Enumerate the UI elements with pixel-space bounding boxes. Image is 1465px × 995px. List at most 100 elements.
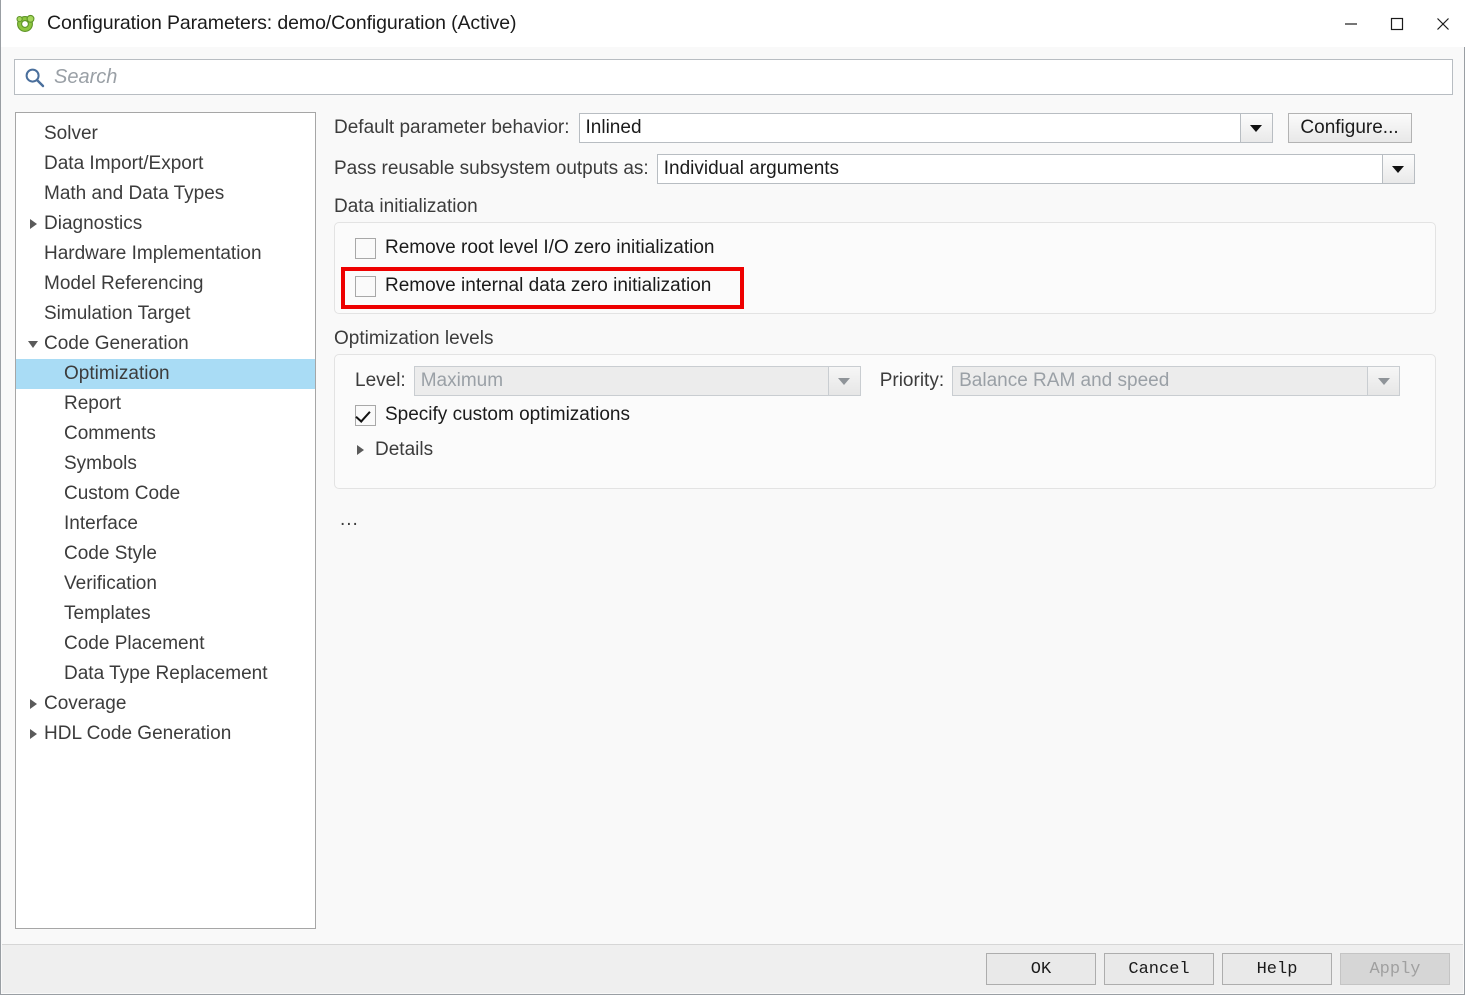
chevron-down-icon[interactable] xyxy=(1239,114,1272,142)
settings-tree-panel: Solver Data Import/Export Math and Data Ty… xyxy=(15,112,316,929)
sidebar-item-label: Comments xyxy=(64,423,156,444)
sidebar-item-label: Symbols xyxy=(64,453,137,474)
sidebar-item-label: Templates xyxy=(64,603,151,624)
default-parameter-behavior-value: Inlined xyxy=(579,114,1240,142)
help-button[interactable]: Help xyxy=(1222,953,1332,985)
chevron-down-icon[interactable] xyxy=(1367,367,1400,395)
pass-reusable-outputs-label: Pass reusable subsystem outputs as: xyxy=(334,158,649,179)
sidebar-item-interface[interactable]: Interface xyxy=(16,509,315,539)
chevron-right-icon xyxy=(357,445,375,455)
sidebar-item-coverage[interactable]: Coverage xyxy=(16,689,315,719)
sidebar-item-optimization[interactable]: Optimization xyxy=(16,359,315,389)
default-parameter-behavior-row: Default parameter behavior: Inlined Conf… xyxy=(334,112,1439,144)
sidebar-item-data-type-replacement[interactable]: Data Type Replacement xyxy=(16,659,315,689)
sidebar-item-label: Simulation Target xyxy=(44,303,191,324)
sidebar-item-symbols[interactable]: Symbols xyxy=(16,449,315,479)
sidebar-item-label: Report xyxy=(64,393,122,414)
optimization-levels-section: Optimization levels Level: Maximum Prior… xyxy=(334,328,1439,489)
chevron-right-icon[interactable] xyxy=(22,219,44,229)
chevron-right-icon[interactable] xyxy=(22,729,44,739)
truncation-ellipsis: ... xyxy=(340,509,359,530)
sidebar-item-label: Interface xyxy=(64,513,138,534)
pass-reusable-outputs-combo[interactable]: Individual arguments xyxy=(656,154,1415,184)
cancel-button[interactable]: Cancel xyxy=(1104,953,1214,985)
maximize-icon[interactable] xyxy=(1374,0,1420,47)
window-controls xyxy=(1328,0,1465,47)
sidebar-item-custom-code[interactable]: Custom Code xyxy=(16,479,315,509)
sidebar-item-solver[interactable]: Solver xyxy=(16,119,315,149)
level-label: Level: xyxy=(355,370,406,391)
priority-label: Priority: xyxy=(879,370,945,391)
sidebar-item-label: Data Import/Export xyxy=(44,153,204,174)
search-bar[interactable] xyxy=(14,59,1453,95)
sidebar-item-math-and-data-types[interactable]: Math and Data Types xyxy=(16,179,315,209)
sidebar-item-label: Diagnostics xyxy=(44,213,143,234)
window-title: Configuration Parameters: demo/Configura… xyxy=(47,12,517,34)
dialog-footer: OK Cancel Help Apply xyxy=(2,944,1463,993)
specify-custom-optimizations-label: Specify custom optimizations xyxy=(385,404,630,425)
chevron-down-icon[interactable] xyxy=(22,340,44,348)
close-icon[interactable] xyxy=(1420,0,1465,47)
config-parameters-window: Configuration Parameters: demo/Configura… xyxy=(0,0,1465,995)
sidebar-item-label: Data Type Replacement xyxy=(64,663,268,684)
configure-button[interactable]: Configure... xyxy=(1287,113,1412,143)
sidebar-item-label: Solver xyxy=(44,123,98,144)
sidebar-item-label: Code Generation xyxy=(44,333,189,354)
remove-internal-data-zero-init-row[interactable]: Remove internal data zero initialization xyxy=(335,267,1435,305)
details-disclosure[interactable]: Details xyxy=(335,433,1435,467)
search-icon xyxy=(24,67,45,88)
sidebar-item-hdl-code-generation[interactable]: HDL Code Generation xyxy=(16,719,315,749)
optimization-levels-title: Optimization levels xyxy=(334,328,494,349)
data-initialization-title: Data initialization xyxy=(334,196,478,217)
optimization-levels-groupbox: Level: Maximum Priority: Balance RAM and… xyxy=(334,354,1436,489)
remove-root-level-io-zero-init-row[interactable]: Remove root level I/O zero initializatio… xyxy=(335,229,1435,267)
chevron-down-icon[interactable] xyxy=(1381,155,1414,183)
settings-tree[interactable]: Solver Data Import/Export Math and Data Ty… xyxy=(16,113,315,749)
sidebar-item-label: HDL Code Generation xyxy=(44,723,232,744)
level-value: Maximum xyxy=(414,367,828,395)
sidebar-item-model-referencing[interactable]: Model Referencing xyxy=(16,269,315,299)
specify-custom-optimizations-checkbox[interactable] xyxy=(355,404,376,426)
data-initialization-groupbox: Remove root level I/O zero initializatio… xyxy=(334,222,1436,314)
remove-root-level-io-zero-init-checkbox[interactable] xyxy=(355,237,376,259)
sidebar-item-label: Verification xyxy=(64,573,157,594)
sidebar-item-code-style[interactable]: Code Style xyxy=(16,539,315,569)
sidebar-item-simulation-target[interactable]: Simulation Target xyxy=(16,299,315,329)
sidebar-item-code-generation[interactable]: Code Generation xyxy=(16,329,315,359)
sidebar-item-diagnostics[interactable]: Diagnostics xyxy=(16,209,315,239)
specify-custom-optimizations-row[interactable]: Specify custom optimizations xyxy=(335,397,1435,433)
chevron-down-icon[interactable] xyxy=(827,367,860,395)
sidebar-item-templates[interactable]: Templates xyxy=(16,599,315,629)
remove-root-level-io-zero-init-label: Remove root level I/O zero initializatio… xyxy=(385,237,715,258)
sidebar-item-report[interactable]: Report xyxy=(16,389,315,419)
ok-button[interactable]: OK xyxy=(986,953,1096,985)
sidebar-item-hardware-implementation[interactable]: Hardware Implementation xyxy=(16,239,315,269)
sidebar-item-code-placement[interactable]: Code Placement xyxy=(16,629,315,659)
level-priority-row: Level: Maximum Priority: Balance RAM and… xyxy=(335,365,1435,397)
sidebar-item-label: Hardware Implementation xyxy=(44,243,262,264)
sidebar-item-label: Coverage xyxy=(44,693,127,714)
sidebar-item-comments[interactable]: Comments xyxy=(16,419,315,449)
search-input[interactable] xyxy=(54,61,1452,93)
sidebar-item-label: Custom Code xyxy=(64,483,181,504)
optimization-pane: Default parameter behavior: Inlined Conf… xyxy=(334,112,1439,929)
default-parameter-behavior-label: Default parameter behavior: xyxy=(334,117,570,138)
remove-internal-data-zero-init-checkbox[interactable] xyxy=(355,275,376,297)
simulink-gear-icon xyxy=(15,13,37,35)
minimize-icon[interactable] xyxy=(1328,0,1374,47)
pass-reusable-outputs-row: Pass reusable subsystem outputs as: Indi… xyxy=(334,153,1439,185)
chevron-right-icon[interactable] xyxy=(22,699,44,709)
sidebar-item-label: Code Style xyxy=(64,543,157,564)
default-parameter-behavior-combo[interactable]: Inlined xyxy=(578,113,1273,143)
sidebar-item-verification[interactable]: Verification xyxy=(16,569,315,599)
priority-combo[interactable]: Balance RAM and speed xyxy=(952,366,1401,396)
title-bar: Configuration Parameters: demo/Configura… xyxy=(1,0,1465,47)
data-initialization-section: Data initialization Remove root level I/… xyxy=(334,196,1439,314)
apply-button: Apply xyxy=(1340,953,1450,985)
priority-value: Balance RAM and speed xyxy=(953,367,1368,395)
sidebar-item-label: Code Placement xyxy=(64,633,205,654)
sidebar-item-label: Model Referencing xyxy=(44,273,204,294)
sidebar-item-label: Optimization xyxy=(64,363,170,384)
sidebar-item-data-import-export[interactable]: Data Import/Export xyxy=(16,149,315,179)
level-combo[interactable]: Maximum xyxy=(413,366,861,396)
